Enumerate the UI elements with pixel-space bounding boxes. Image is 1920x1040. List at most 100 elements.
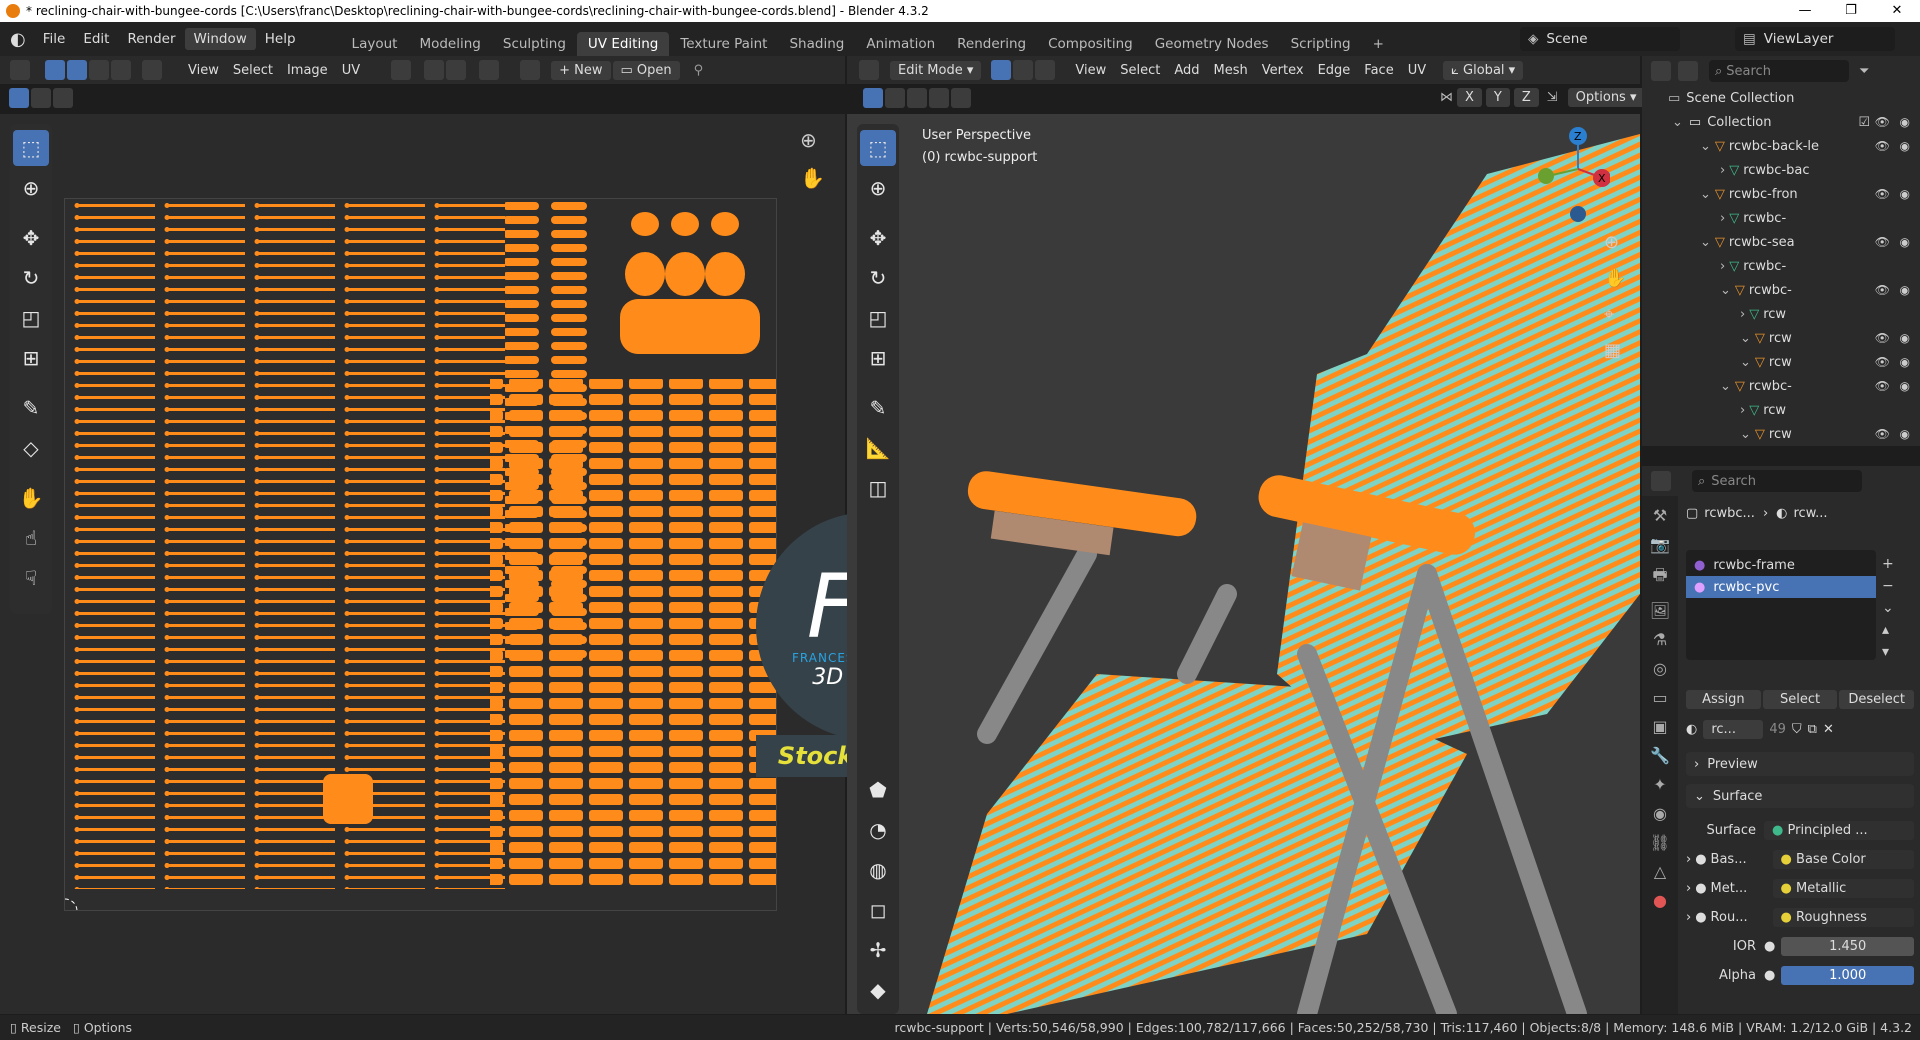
outliner-display-icon[interactable] [1678,61,1698,81]
tab-compositing[interactable]: Compositing [1037,32,1144,56]
options-dropdown[interactable]: Options ▾ [1567,88,1645,107]
render-camera-icon[interactable]: ◉ [1900,331,1910,345]
render-camera-icon[interactable]: ◉ [1900,355,1910,369]
render-camera-icon[interactable]: ◉ [1900,427,1910,441]
render-camera-icon[interactable]: ◉ [1900,283,1910,297]
grab-tool[interactable]: ✋ [13,480,49,516]
tab-rendering[interactable]: Rendering [946,32,1037,56]
edge-mode-icon[interactable] [1013,60,1034,80]
face-select-icon[interactable] [111,60,131,80]
face-mode-icon[interactable] [1035,60,1056,80]
outliner-item[interactable]: › ▽ rcwbc-bac [1642,158,1920,182]
orientation-selector[interactable]: ⟀ Global ▾ [1443,60,1524,80]
uv-menu-image[interactable]: Image [280,61,335,80]
blender-menu-icon[interactable]: ◐ [10,29,26,50]
viewlayer-selector[interactable]: ▤ ViewLayer [1735,27,1895,51]
vp-shear-tool[interactable]: ✢ [860,932,896,968]
vp-camera-icon[interactable]: ⌖ [1604,304,1614,325]
expand-icon[interactable]: ⌄ [1720,379,1731,394]
expand-icon[interactable]: ⌄ [1740,331,1751,346]
eye-icon[interactable]: 👁 [1875,379,1890,393]
vp-measure-tool[interactable]: 📐 [860,430,896,466]
tab-shading[interactable]: Shading [778,32,855,56]
material-name-field[interactable]: rc... [1703,720,1764,739]
expand-icon[interactable]: ⌄ [1740,427,1751,442]
physics-tab-icon[interactable]: ◉ [1653,804,1667,823]
tab-scripting[interactable]: Scripting [1280,32,1362,56]
new-image-button[interactable]: + New [551,60,611,80]
proportional-icon[interactable] [479,60,500,80]
material-tab-icon[interactable]: ● [1653,891,1667,910]
vp-menu-mesh[interactable]: Mesh [1207,61,1255,80]
collapse-icon[interactable]: ⌄ [1672,115,1683,130]
menu-window[interactable]: Window [184,28,256,50]
scene-selector[interactable]: ◈ Scene [1520,27,1680,51]
outliner-item[interactable]: › ▽ rcwbc- [1642,254,1920,278]
vp-pan-icon[interactable]: ✋ [1604,268,1626,289]
outliner-item[interactable]: ⌄ ▽ rcwbc-sea 👁 ◉ [1642,230,1920,254]
expand-icon[interactable]: ⌄ [1700,187,1711,202]
vp-menu-view[interactable]: View [1068,61,1113,80]
navigation-gizmo[interactable]: Z X [1530,124,1611,224]
snap-icon[interactable] [424,60,445,80]
vp-select-invert-icon[interactable] [929,88,949,108]
vp-shrink-tool[interactable]: ◻ [860,892,896,928]
exclude-checkbox-icon[interactable]: ☑ [1858,115,1870,130]
vp-smooth-tool[interactable]: ◍ [860,852,896,888]
vp-scale-tool[interactable]: ◰ [860,300,896,336]
vp-ortho-grid-icon[interactable]: ▦ [1604,340,1621,361]
mode-selector[interactable]: Edit Mode ▾ [890,60,982,80]
outliner-item[interactable]: ⌄ ▽ rcwbc-back-le 👁 ◉ [1642,134,1920,158]
outliner-item[interactable]: ⌄ ▽ rcwbc- 👁 ◉ [1642,374,1920,398]
eye-icon[interactable]: 👁 [1875,283,1890,297]
tool-tab-icon[interactable]: ⚒ [1653,506,1667,525]
menu-help[interactable]: Help [256,28,305,50]
outliner-item[interactable]: ⌄ ▽ rcw 👁 ◉ [1642,422,1920,446]
eye-icon[interactable]: 👁 [1875,355,1890,369]
vp-transform-tool[interactable]: ⊞ [860,340,896,376]
auto-merge-icon[interactable]: ⇲ [1547,90,1558,105]
properties-search-input[interactable]: ⌕ Search [1692,470,1862,492]
input-link-field[interactable]: ● Roughness [1772,908,1914,927]
expand-icon[interactable]: › [1686,852,1691,867]
pivot-icon[interactable] [391,60,412,80]
alpha-field[interactable]: 1.000 [1781,966,1914,985]
add-slot-button[interactable]: + [1882,556,1894,572]
uv-sync-icon[interactable] [45,60,65,80]
surface-panel-header[interactable]: ⌄ Surface [1686,784,1914,808]
duplicate-material-icon[interactable]: ⧉ [1808,722,1817,737]
select-button[interactable]: Select [1762,690,1838,709]
modifier-tab-icon[interactable]: 🔧 [1650,746,1670,765]
rotate-tool[interactable]: ↻ [13,260,49,296]
vp-move-tool[interactable]: ✥ [860,220,896,256]
vp-select-box-tool[interactable]: ⬚ [860,130,896,166]
expand-icon[interactable]: ⌄ [1700,235,1711,250]
assign-button[interactable]: Assign [1686,690,1761,709]
vp-select-new-icon[interactable] [863,88,883,108]
vp-select-intersect-icon[interactable] [951,88,971,108]
view-layer-tab-icon[interactable]: 🖼 [1650,601,1670,620]
expand-icon[interactable]: › [1720,259,1725,274]
tab-geometry-nodes[interactable]: Geometry Nodes [1144,32,1280,56]
vp-spin-tool[interactable]: ◔ [860,812,896,848]
eye-icon[interactable]: 👁 [1875,115,1890,129]
menu-edit[interactable]: Edit [74,28,118,50]
tab-layout[interactable]: Layout [341,32,409,56]
select-subtract-icon[interactable] [53,88,73,108]
filter-icon[interactable]: ⏷ [1859,64,1869,79]
uv-menu-uv[interactable]: UV [335,61,367,80]
image-browse-icon[interactable] [520,60,541,80]
menu-render[interactable]: Render [118,28,184,50]
expand-icon[interactable]: ⌄ [1740,355,1751,370]
transform-tool[interactable]: ⊞ [13,340,49,376]
expand-icon[interactable]: ⌄ [1720,283,1731,298]
select-new-icon[interactable] [9,88,29,108]
minimize-button[interactable]: — [1782,0,1828,22]
scene-tab-icon[interactable]: ⚗ [1653,630,1667,649]
tab-sculpting[interactable]: Sculpting [492,32,577,56]
tab-texture-paint[interactable]: Texture Paint [669,32,778,56]
add-workspace-button[interactable]: + [1362,32,1395,56]
collection-row[interactable]: ⌄ ▭ Collection ☑ 👁 ◉ [1642,110,1920,134]
eye-icon[interactable]: 👁 [1875,139,1890,153]
eye-icon[interactable]: 👁 [1875,427,1890,441]
